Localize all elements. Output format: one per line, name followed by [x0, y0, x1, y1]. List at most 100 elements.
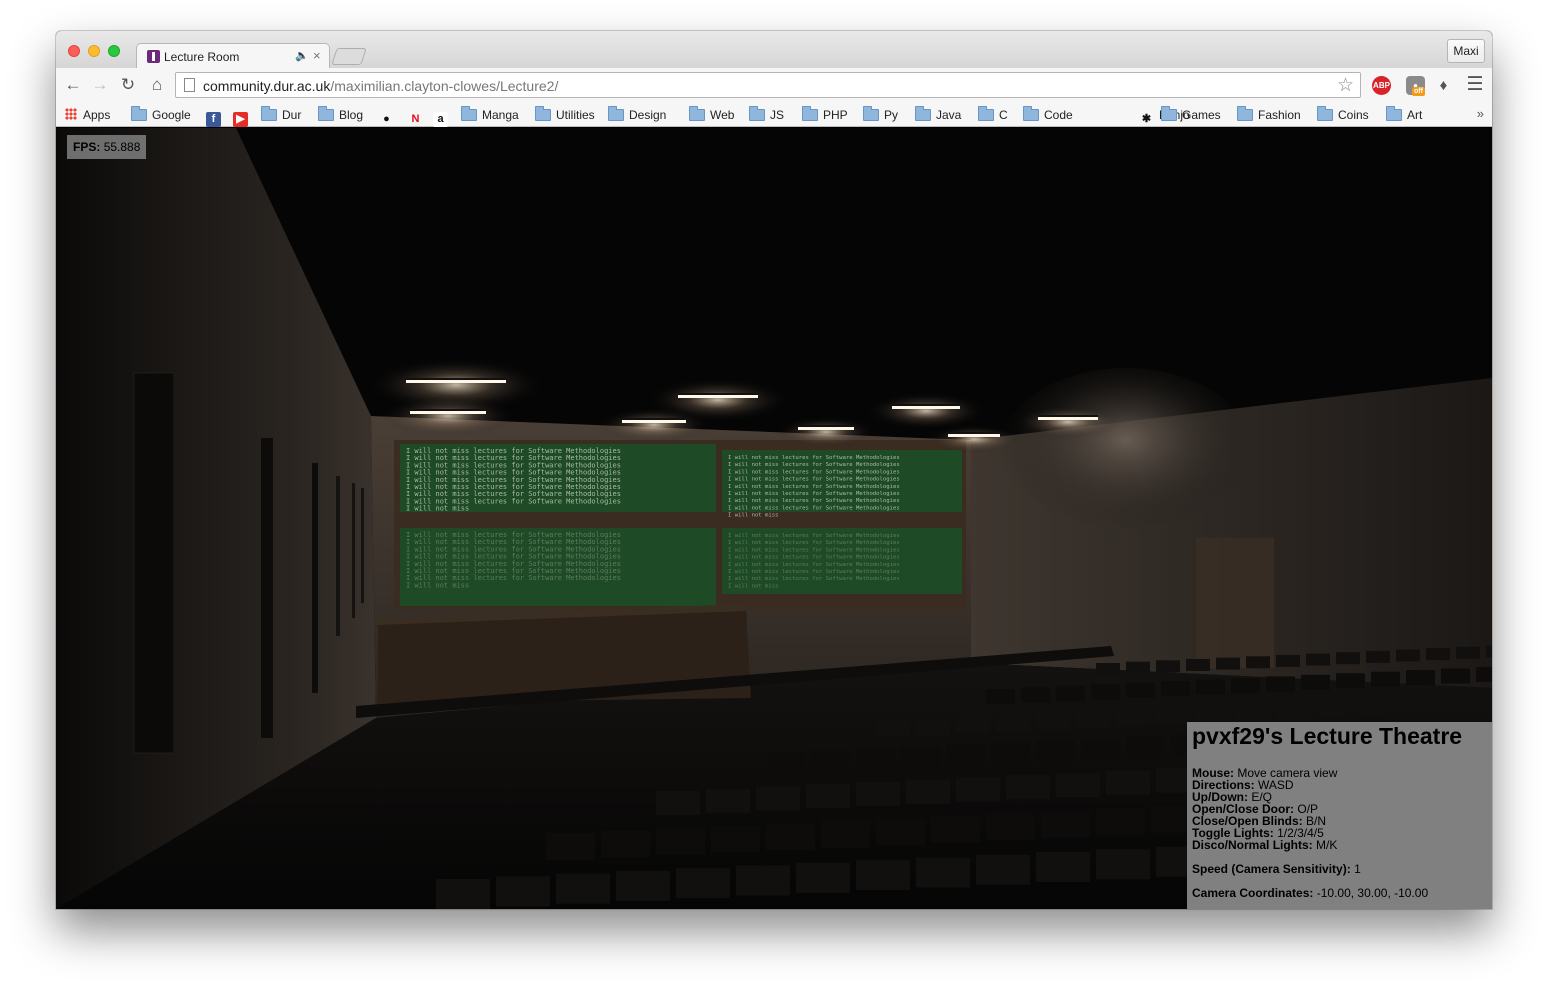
url-text[interactable]: community.dur.ac.uk/maximilian.clayton-c…: [203, 78, 558, 94]
bookmark-label: Coins: [1338, 108, 1369, 122]
forward-arrow-icon[interactable]: →: [89, 74, 111, 96]
seat: [766, 823, 815, 851]
folder-icon: [1237, 106, 1253, 121]
bookmark-blog[interactable]: Blog: [318, 106, 363, 124]
seat: [946, 744, 985, 766]
github-icon: ●: [383, 113, 390, 125]
chalk-line: I will not miss: [728, 513, 779, 519]
bookmark-label: C: [999, 108, 1008, 122]
seat: [876, 818, 925, 846]
hamburger-menu-icon[interactable]: ☰: [1465, 75, 1485, 95]
chalk-line: I will not miss lectures for Software Me…: [728, 505, 900, 511]
bookmark-amazon[interactable]: a: [433, 106, 448, 127]
speed-value: 1: [1354, 862, 1361, 876]
bookmark-label: Games: [1182, 108, 1221, 122]
seat: [1036, 711, 1070, 730]
bookmark-java[interactable]: Java: [915, 106, 961, 124]
chalk-line: I will not miss lectures for Software Me…: [728, 547, 900, 553]
ghostery-icon[interactable]: ● off: [1406, 76, 1425, 96]
camera-key: Camera Coordinates:: [1192, 886, 1314, 900]
light-glow: [927, 424, 1021, 454]
chalk-line: I will not miss lectures for Software Me…: [728, 491, 900, 497]
folder-icon: [261, 106, 277, 121]
seat: [956, 777, 1000, 802]
seat: [1216, 657, 1240, 670]
chalk-line: I will not miss lectures for Software Me…: [728, 455, 900, 461]
light-fixture: [678, 393, 758, 395]
seat: [1096, 808, 1145, 836]
seat: [986, 813, 1035, 841]
bookmark-design[interactable]: Design: [608, 106, 666, 124]
ceiling-light: [406, 380, 506, 383]
bookmark-label: Art: [1407, 108, 1423, 122]
bookmark-coins[interactable]: Coins: [1317, 106, 1369, 124]
bookmark-web[interactable]: Web: [689, 106, 734, 124]
bookmark-art[interactable]: Art: [1386, 106, 1422, 124]
close-window-button[interactable]: [68, 45, 80, 57]
close-tab-icon[interactable]: ×: [313, 48, 321, 63]
tab-lecture-room[interactable]: Lecture Room 🔈 ×: [136, 43, 330, 69]
bookmark-fashion[interactable]: Fashion: [1237, 106, 1301, 124]
youtube-icon: ▶: [233, 112, 248, 127]
seat: [1336, 652, 1360, 665]
bookmark-js[interactable]: JS: [749, 106, 784, 124]
reload-icon[interactable]: ↻: [117, 74, 139, 96]
address-bar[interactable]: community.dur.ac.uk/maximilian.clayton-c…: [175, 72, 1361, 98]
seat: [931, 815, 980, 843]
bookmark-games[interactable]: Games: [1161, 106, 1221, 124]
bookmark-py[interactable]: Py: [863, 106, 898, 124]
back-arrow-icon[interactable]: ←: [62, 74, 84, 96]
bookmarks-overflow-button[interactable]: »: [1477, 106, 1484, 121]
ceiling-light: [1038, 417, 1098, 420]
folder-icon: [318, 106, 334, 121]
bookmark-code[interactable]: Code: [1023, 106, 1073, 124]
webgl-canvas[interactable]: I will not miss lectures for Software Me…: [56, 128, 1492, 909]
folder-icon: [915, 106, 931, 121]
seat: [1406, 670, 1435, 686]
adblock-plus-icon[interactable]: ABP: [1372, 76, 1391, 95]
seat: [1396, 649, 1420, 662]
seat: [856, 748, 895, 770]
bookmark-dur[interactable]: Dur: [261, 106, 301, 124]
bookmark-google[interactable]: Google: [131, 106, 191, 124]
seat: [601, 830, 650, 858]
light-fixture: [622, 418, 686, 420]
profile-button[interactable]: Maxi: [1447, 39, 1485, 63]
apps-icon: [65, 108, 77, 120]
folder-icon: [1161, 106, 1177, 121]
bookmark-manga[interactable]: Manga: [461, 106, 519, 124]
bookmark-netflix[interactable]: N: [408, 106, 423, 125]
seat: [1196, 679, 1225, 695]
seat: [1156, 660, 1180, 673]
seat: [1486, 645, 1492, 658]
bookmark-php[interactable]: PHP: [802, 106, 848, 124]
seat: [1126, 682, 1155, 698]
evernote-icon[interactable]: ♦: [1434, 76, 1453, 95]
folder-icon: [131, 106, 147, 121]
bookmark-facebook[interactable]: f: [206, 106, 221, 127]
speaker-icon[interactable]: 🔈: [295, 49, 309, 62]
ceiling-light: [948, 434, 1000, 437]
bookmark-github[interactable]: ●: [379, 106, 394, 125]
facebook-icon: f: [206, 112, 221, 127]
new-tab-button[interactable]: [331, 48, 367, 65]
zoom-window-button[interactable]: [108, 45, 120, 57]
bookmark-apps[interactable]: Apps: [65, 106, 110, 124]
url-path: /maximilian.clayton-clowes/Lecture2/: [330, 78, 559, 94]
bookmark-youtube[interactable]: ▶: [233, 106, 248, 127]
seat: [856, 860, 910, 891]
seat: [1316, 699, 1350, 718]
bookmark-utilities[interactable]: Utilities: [535, 106, 595, 124]
seat: [1056, 685, 1085, 701]
home-icon[interactable]: ⌂: [146, 74, 168, 96]
seat: [1056, 773, 1100, 797]
bookmark-label: Design: [629, 108, 667, 122]
control-line: Disco/Normal Lights: M/K: [1192, 839, 1487, 851]
bookmark-star-icon[interactable]: ☆: [1337, 74, 1354, 97]
chalk-line: I will not miss lectures for Software Me…: [728, 569, 900, 575]
chalk-line: I will not miss lectures for Software Me…: [728, 498, 900, 504]
seat: [811, 750, 850, 772]
bookmark-c[interactable]: C: [978, 106, 1008, 124]
minimize-window-button[interactable]: [88, 45, 100, 57]
bookmark-label: Blog: [339, 108, 364, 122]
